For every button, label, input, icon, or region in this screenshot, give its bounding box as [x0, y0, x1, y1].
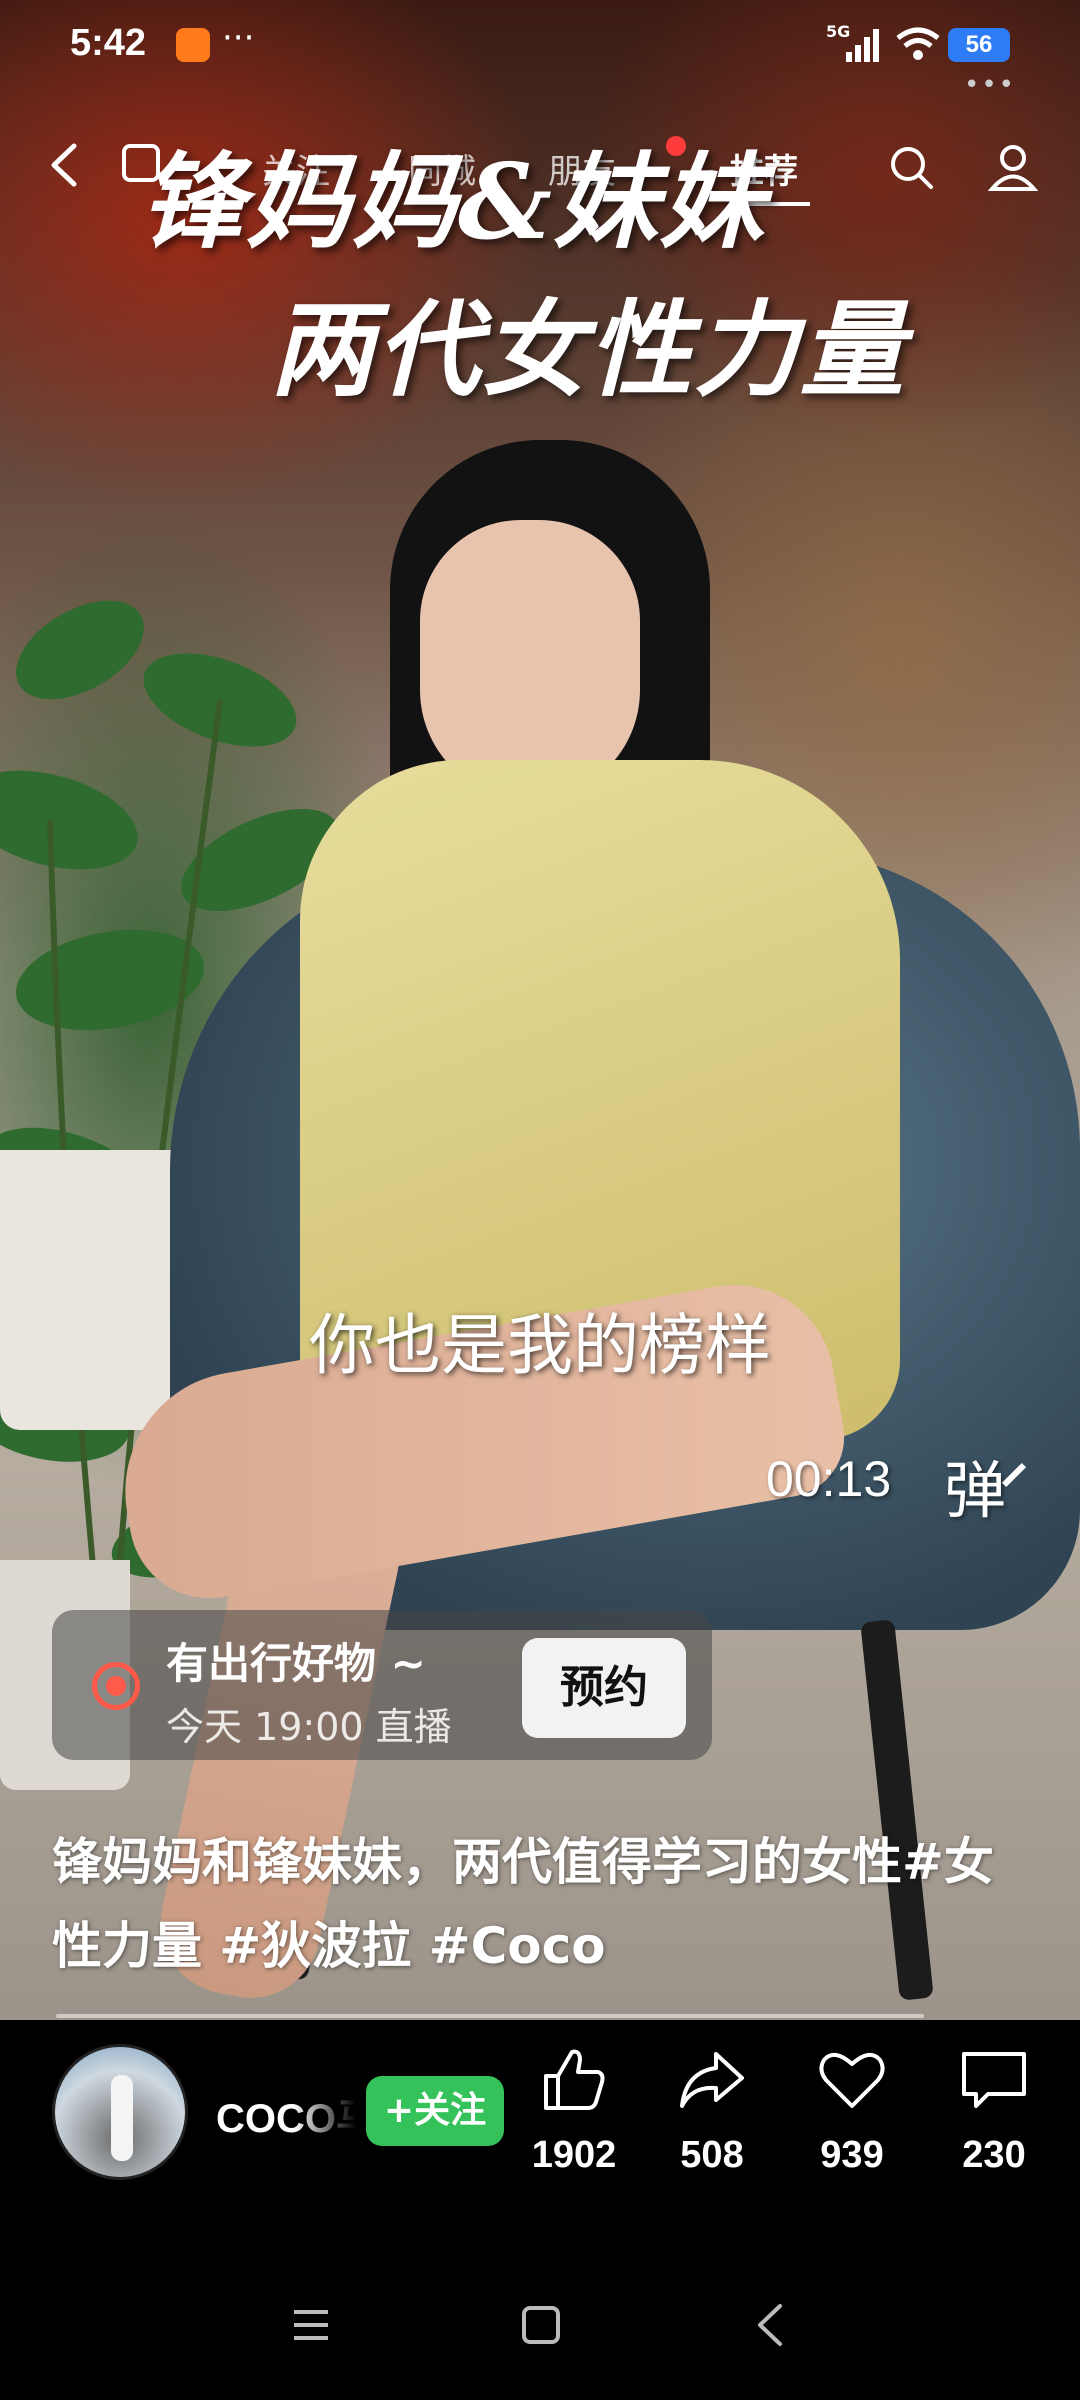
danmaku-toggle[interactable]: 弹 [944, 1440, 1006, 1530]
share-icon [680, 2052, 744, 2108]
status-bar: 5:42 ··· 5G 56 ••• [0, 0, 1080, 100]
reserve-button[interactable]: 预约 [522, 1638, 686, 1738]
comment-count: 230 [962, 2134, 1026, 2176]
status-more-icon: ··· [222, 18, 255, 58]
home-icon[interactable] [516, 2300, 566, 2350]
like-count: 1902 [531, 2134, 617, 2176]
avatar[interactable] [52, 2044, 188, 2180]
profile-icon[interactable] [988, 142, 1038, 192]
battery-indicator: 56 [948, 28, 1010, 62]
comment-button[interactable]: 230 [934, 2044, 1054, 2177]
comment-icon [962, 2052, 1026, 2108]
app-notification-icon [176, 28, 210, 62]
live-reservation-card[interactable]: 有出行好物 ~ 今天 19:00 直播 预约 [52, 1610, 712, 1760]
share-button[interactable]: 508 [652, 2044, 772, 2177]
video-elapsed-time: 00:13 [766, 1451, 892, 1507]
author-name[interactable]: COCO马 [216, 2086, 356, 2144]
live-icon-dot [106, 1676, 126, 1696]
live-title: 有出行好物 ~ [166, 1639, 426, 1688]
follow-button[interactable]: +关注 [366, 2076, 504, 2146]
wifi-icon [896, 27, 940, 60]
overflow-dots-icon[interactable]: ••• [964, 70, 1016, 100]
thumbs-up-icon [544, 2049, 605, 2110]
signal-icon [846, 29, 879, 62]
live-schedule: 今天 19:00 直播 [166, 1705, 452, 1749]
author-action-bar: COCO马 +关注 1902 508 939 230 [0, 2020, 1080, 2250]
favorite-button[interactable]: 939 [792, 2044, 912, 2177]
status-time: 5:42 [70, 22, 147, 64]
system-navigation-bar [0, 2250, 1080, 2400]
video-caption[interactable]: 锋妈妈和锋妹妹，两代值得学习的女性#女性力量 #狄波拉 #Coco [52, 1820, 1042, 1988]
back-icon[interactable] [746, 2300, 796, 2350]
share-count: 508 [680, 2134, 744, 2176]
back-icon[interactable] [44, 140, 84, 190]
person-face [420, 520, 640, 800]
avatar-figure [111, 2075, 133, 2161]
menu-icon[interactable] [286, 2300, 336, 2350]
video-title-line1: 锋妈妈&妹妹 [140, 140, 766, 263]
video-progress-bar[interactable] [56, 2014, 924, 2018]
video-subtitle: 你也是我的榜样 [309, 1307, 771, 1384]
heart-icon [819, 2052, 885, 2108]
video-title-line2: 两代女性力量 [270, 288, 907, 411]
search-icon[interactable] [888, 144, 934, 190]
favorite-count: 939 [820, 2134, 884, 2176]
like-button[interactable]: 1902 [514, 2044, 634, 2177]
